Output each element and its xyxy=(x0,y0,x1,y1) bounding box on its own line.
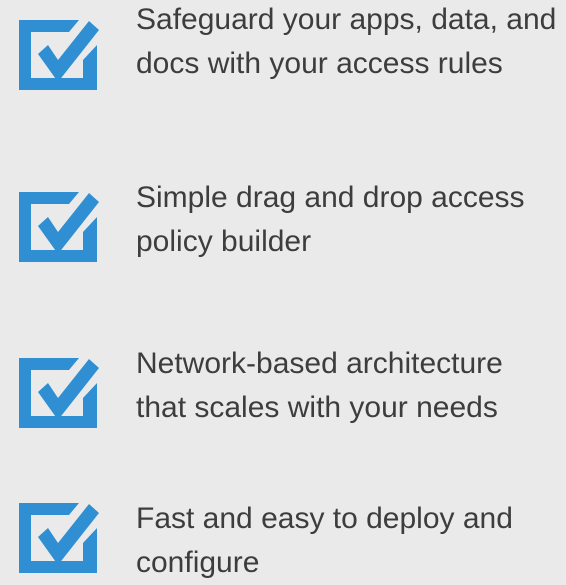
feature-text-policy-builder: Simple drag and drop access policy build… xyxy=(136,181,525,258)
checkbox-checked-icon xyxy=(19,497,99,573)
feature-text-safeguard: Safeguard your apps, data, and docs with… xyxy=(136,3,557,80)
feature-text-network-architecture: Network-based architecture that scales w… xyxy=(136,347,503,424)
checkbox-checked-icon xyxy=(19,186,99,262)
feature-list: Safeguard your apps, data, and docs with… xyxy=(0,0,566,579)
checkbox-checked-icon xyxy=(19,14,99,90)
checkbox-checked-icon xyxy=(19,352,99,428)
feature-text-deploy-configure: Fast and easy to deploy and configure xyxy=(136,502,513,579)
